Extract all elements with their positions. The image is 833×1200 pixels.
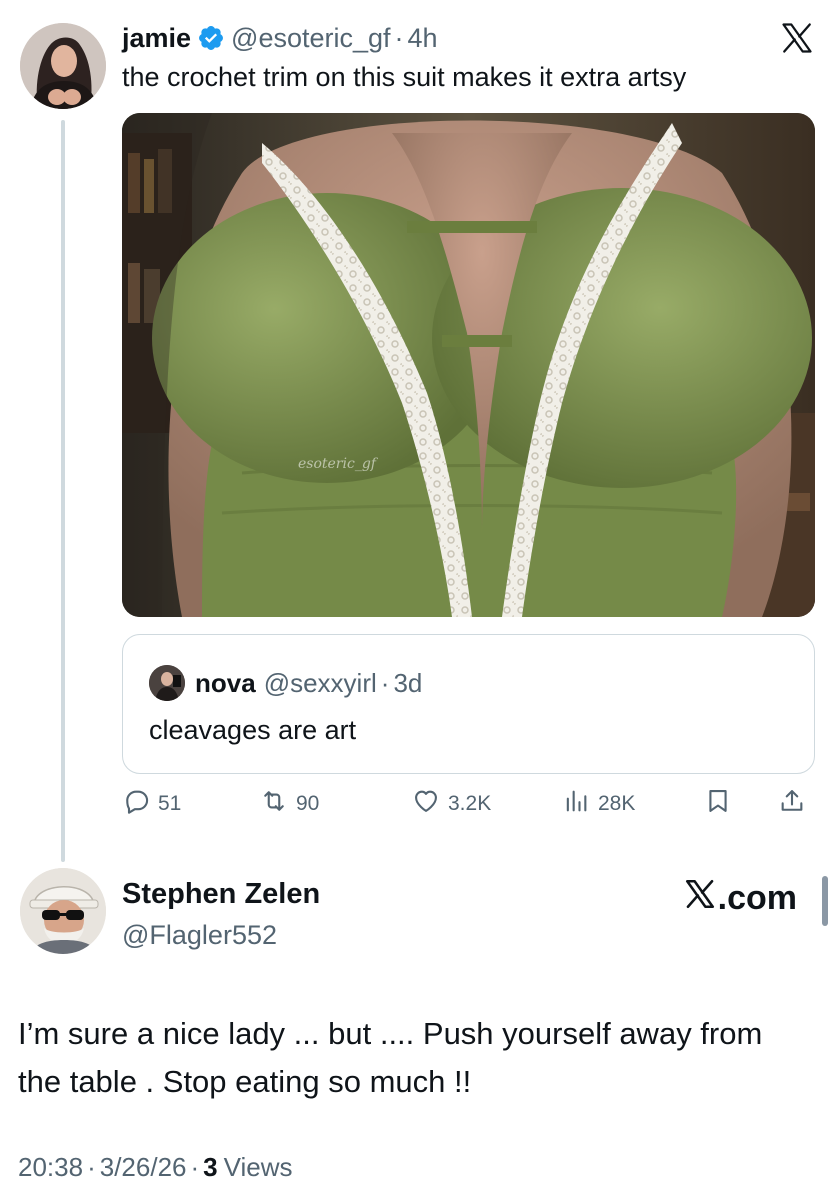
post-time[interactable]: 20:38 <box>18 1152 83 1183</box>
brand-label: .com <box>717 878 797 917</box>
repost-button[interactable]: 90 <box>260 786 319 822</box>
quote-author-handle[interactable]: @sexxyirl <box>264 668 377 699</box>
quote-post-time[interactable]: 3d <box>393 668 422 699</box>
views-count: 28K <box>598 792 636 815</box>
repost-count: 90 <box>296 792 320 815</box>
separator-dot: · <box>190 1151 200 1182</box>
like-button[interactable]: 3.2K <box>412 786 491 822</box>
views-count: 3 <box>203 1151 218 1182</box>
author-handle[interactable]: @esoteric_gf <box>231 23 390 54</box>
reply-icon <box>122 787 158 821</box>
bookmark-icon <box>704 787 740 821</box>
share-button[interactable] <box>778 786 814 822</box>
avatar[interactable] <box>149 665 185 701</box>
action-bar: 51 90 3.2K 28K <box>122 786 815 822</box>
post-time[interactable]: 4h <box>408 23 438 54</box>
separator-dot: · <box>394 22 404 53</box>
repost-icon <box>260 787 296 821</box>
reply-count: 51 <box>158 792 182 815</box>
quoted-post-header: jamie @esoteric_gf · 4h <box>122 20 438 56</box>
post-text: the crochet trim on this suit makes it e… <box>122 62 687 92</box>
quoted-tweet-card[interactable]: nova @sexxyirl · 3d cleavages are art <box>122 634 815 774</box>
views-icon <box>562 787 598 821</box>
thread-connector-line <box>61 120 65 862</box>
quote-author-name[interactable]: nova <box>195 668 256 699</box>
x-com-brand: .com <box>683 876 797 920</box>
author-handle[interactable]: @Flagler552 <box>122 920 277 951</box>
separator-dot: · <box>87 1151 96 1182</box>
author-name[interactable]: jamie <box>122 23 191 54</box>
author-name[interactable]: Stephen Zelen <box>122 878 320 911</box>
x-logo-icon <box>683 877 718 920</box>
post-date[interactable]: 3/26/26 <box>100 1152 187 1183</box>
separator-dot: · <box>380 667 390 698</box>
quote-header: nova @sexxyirl · 3d <box>195 665 422 701</box>
share-icon <box>778 787 814 821</box>
reply-button[interactable]: 51 <box>122 786 181 822</box>
post-text: I’m sure a nice lady ... but .... Push y… <box>18 1016 763 1099</box>
scrollbar[interactable] <box>822 876 828 926</box>
bookmark-button[interactable] <box>704 786 740 822</box>
x-logo-icon <box>779 20 815 56</box>
views-button[interactable]: 28K <box>562 786 635 822</box>
post-meta: 20:38 · 3/26/26 · 3 Views <box>18 1149 293 1185</box>
like-icon <box>412 787 448 821</box>
verified-badge-icon <box>197 24 225 52</box>
quote-text: cleavages are art <box>149 715 357 745</box>
like-count: 3.2K <box>448 792 492 815</box>
image-watermark: esoteric_gf <box>298 456 376 472</box>
views-label: Views <box>223 1151 293 1182</box>
post-media-image[interactable]: esoteric_gf <box>122 113 815 617</box>
avatar[interactable] <box>20 23 106 109</box>
avatar[interactable] <box>20 868 106 954</box>
